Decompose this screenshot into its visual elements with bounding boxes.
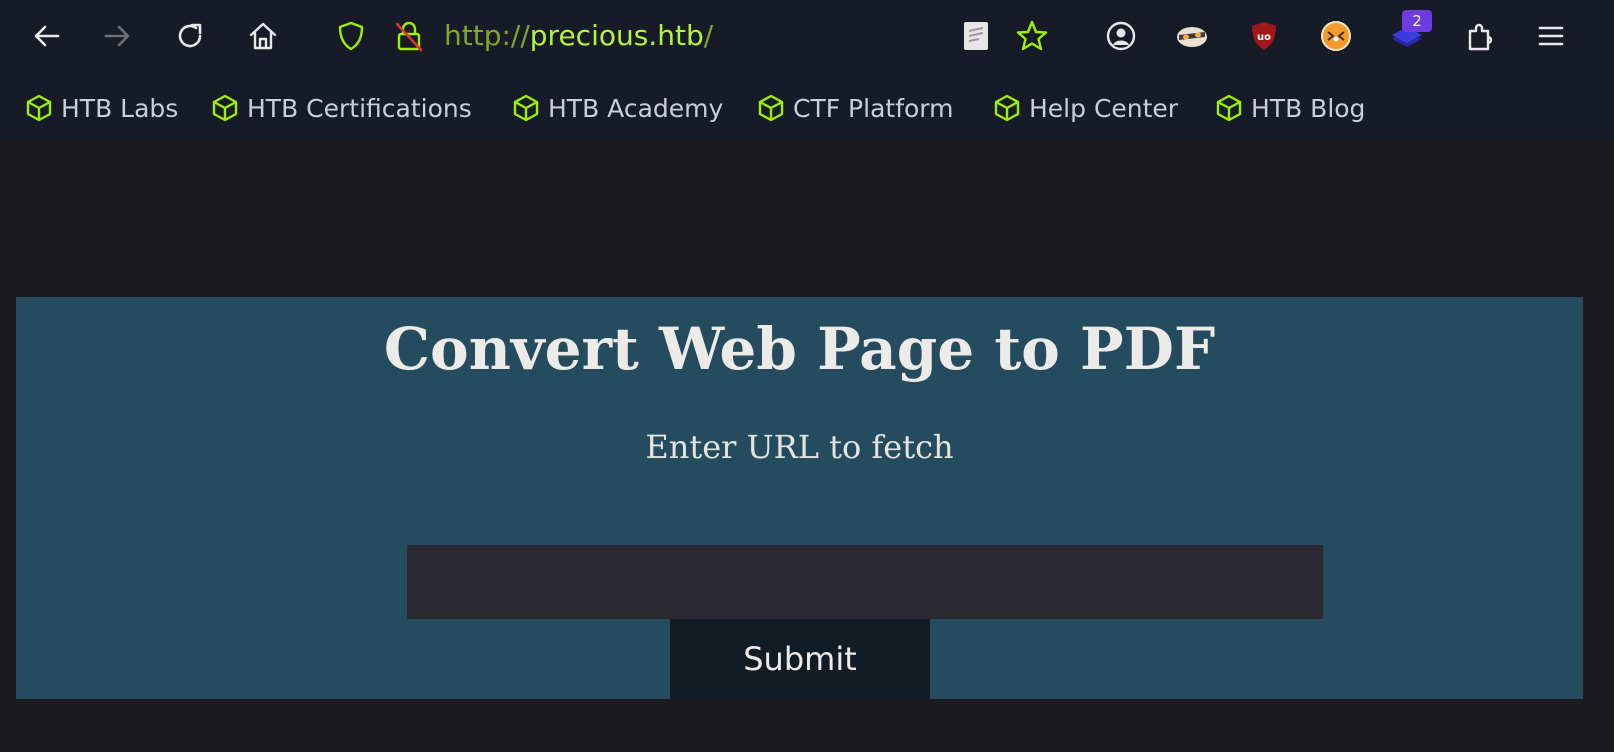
hamburger-menu-icon — [1538, 26, 1564, 46]
submit-button[interactable]: Submit — [670, 619, 930, 699]
cube-icon — [25, 94, 53, 122]
reload-icon — [178, 23, 202, 48]
svg-text:uo: uo — [1257, 32, 1271, 43]
bookmark-label: HTB Academy — [548, 93, 724, 123]
extensions-icon — [1468, 23, 1493, 51]
bookmark-help-center[interactable]: Help Center — [993, 84, 1178, 132]
bookmark-htb-certifications[interactable]: HTB Certifications — [211, 84, 472, 132]
page-viewport: Convert Web Page to PDF Enter URL to fet… — [0, 140, 1614, 752]
shield-icon — [338, 21, 364, 51]
home-icon — [249, 22, 277, 50]
bookmark-label: Help Center — [1029, 93, 1179, 123]
cube-icon — [211, 94, 239, 122]
extension-badger-icon — [1177, 27, 1207, 47]
extension-button-1[interactable] — [1172, 16, 1212, 56]
cube-icon — [512, 94, 540, 122]
url-input[interactable] — [407, 545, 1323, 619]
tracking-protection-button[interactable] — [331, 16, 371, 56]
account-icon — [1106, 21, 1136, 51]
url-prompt-label: Enter URL to fetch — [645, 428, 954, 466]
insecure-lock-icon — [395, 21, 423, 52]
account-button[interactable] — [1101, 16, 1141, 56]
converter-panel: Convert Web Page to PDF Enter URL to fet… — [16, 297, 1583, 699]
bookmark-label: CTF Platform — [793, 93, 954, 123]
address-bar[interactable]: http://precious.htb/ — [444, 18, 713, 54]
cube-icon — [757, 94, 785, 122]
forward-arrow-icon — [104, 25, 130, 47]
star-icon — [1016, 20, 1048, 51]
bookmark-label: HTB Labs — [61, 93, 179, 123]
reader-view-button[interactable] — [956, 16, 996, 56]
url-host: precious.htb — [529, 19, 704, 52]
home-button[interactable] — [243, 16, 283, 56]
back-button[interactable] — [27, 16, 67, 56]
bookmark-ctf-platform[interactable]: CTF Platform — [757, 84, 954, 132]
navigation-toolbar: http://precious.htb/ uo 2 — [0, 0, 1614, 72]
extensions-menu-button[interactable] — [1460, 16, 1500, 56]
bookmark-htb-labs[interactable]: HTB Labs — [25, 84, 178, 132]
extension-fox-icon — [1321, 21, 1351, 51]
main-menu-button[interactable] — [1531, 16, 1571, 56]
bookmarks-toolbar: HTB Labs HTB Certifications HTB Academy … — [0, 84, 1614, 132]
bookmark-label: HTB Blog — [1251, 93, 1366, 123]
bookmark-label: HTB Certifications — [247, 93, 472, 123]
reader-view-icon — [964, 22, 988, 50]
extension-button-3[interactable] — [1316, 16, 1356, 56]
connection-info-button[interactable] — [389, 16, 429, 56]
cube-icon — [1215, 94, 1243, 122]
cube-icon — [993, 94, 1021, 122]
url-scheme: http:// — [444, 19, 530, 52]
bookmark-page-button[interactable] — [1012, 16, 1052, 56]
back-arrow-icon — [34, 25, 60, 47]
bookmark-htb-blog[interactable]: HTB Blog — [1215, 84, 1365, 132]
bookmark-htb-academy[interactable]: HTB Academy — [512, 84, 723, 132]
forward-button[interactable] — [97, 16, 137, 56]
page-title: Convert Web Page to PDF — [383, 315, 1216, 383]
reload-button[interactable] — [171, 16, 211, 56]
url-path: / — [703, 19, 714, 52]
extension-button-2[interactable]: uo — [1244, 16, 1284, 56]
ublock-origin-icon: uo — [1252, 22, 1276, 50]
extension-count-badge: 2 — [1402, 10, 1432, 32]
browser-chrome: http://precious.htb/ uo 2 HTB Labs HTB C… — [0, 0, 1614, 140]
